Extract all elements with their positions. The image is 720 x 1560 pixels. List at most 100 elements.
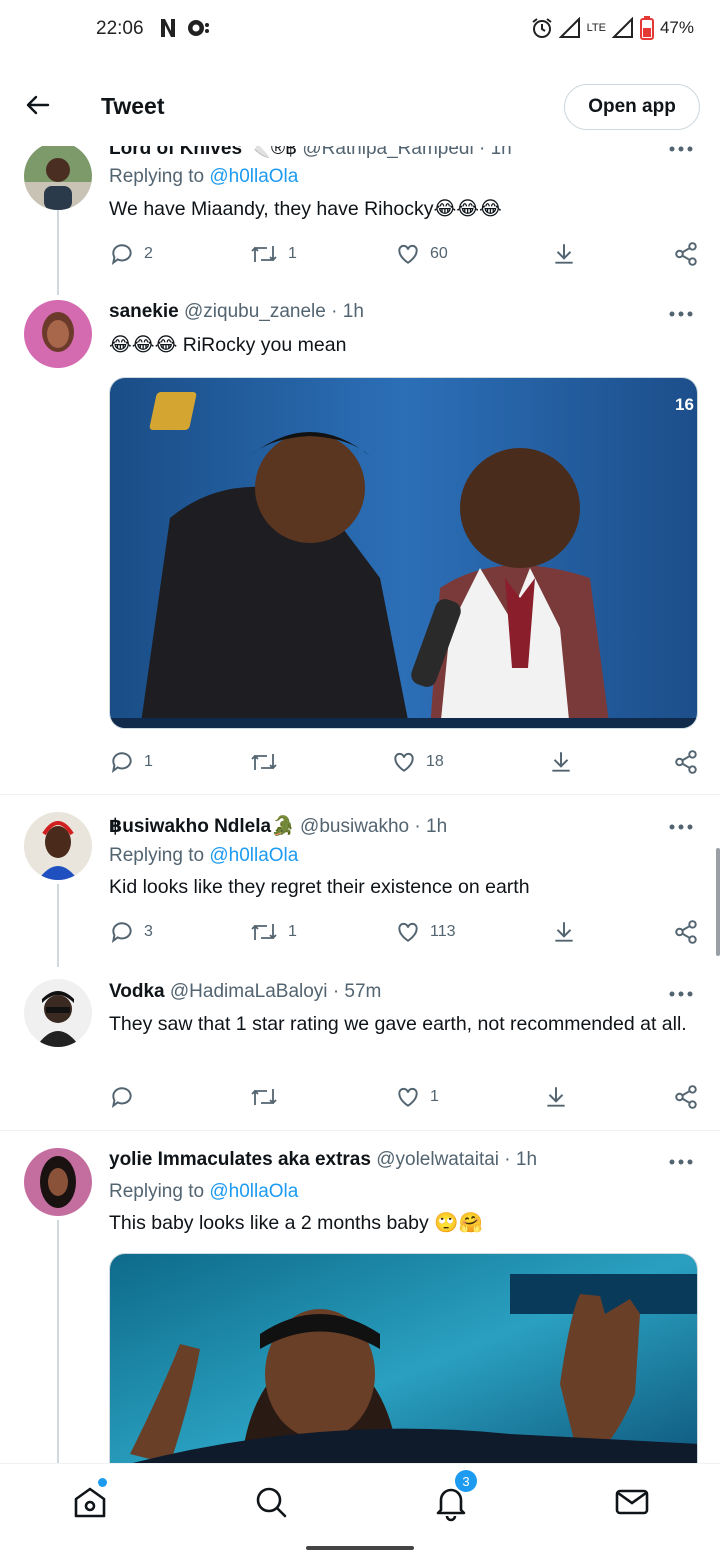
display-name[interactable]: Vodka xyxy=(109,981,165,1002)
download-button[interactable] xyxy=(551,919,577,945)
more-options-icon[interactable] xyxy=(668,309,694,319)
more-options-icon[interactable] xyxy=(668,822,694,832)
tweet-header: ฿usiwakho Ndlela🐊 @busiwakho · 1h xyxy=(109,814,447,838)
name-emoji: 🐊 xyxy=(271,816,295,837)
search-icon xyxy=(256,1487,287,1518)
handle[interactable]: @ziqubu_zanele xyxy=(184,301,326,322)
like-count: 1 xyxy=(430,1088,439,1105)
avatar[interactable] xyxy=(24,812,92,880)
retweet-icon xyxy=(251,246,277,262)
like-count: 113 xyxy=(430,923,456,940)
share-button[interactable] xyxy=(673,749,699,775)
reply-count: 1 xyxy=(144,753,153,770)
download-button[interactable] xyxy=(548,749,574,775)
download-icon xyxy=(555,922,573,942)
avatar[interactable] xyxy=(24,142,92,210)
share-button[interactable] xyxy=(673,241,699,267)
retweet-button[interactable]: 1 xyxy=(249,919,297,945)
nav-messages[interactable] xyxy=(612,1482,652,1522)
tweet-header: sanekie @ziqubu_zanele · 1h xyxy=(109,301,364,323)
tweet-actions: 3 1 113 xyxy=(109,919,699,949)
tweet-item[interactable]: ฿usiwakho Ndlela🐊 @busiwakho · 1h Replyi… xyxy=(0,795,720,967)
tweet-item[interactable]: sanekie @ziqubu_zanele · 1h 😂😂😂 RiRocky … xyxy=(0,293,720,793)
battery-level: 47% xyxy=(659,18,694,37)
mention-link[interactable]: @h0llaOla xyxy=(209,166,298,187)
alarm-icon xyxy=(532,18,552,38)
chat-bubble-icon xyxy=(188,20,209,36)
netflix-icon xyxy=(161,19,175,37)
reply-icon xyxy=(111,244,132,265)
reply-button[interactable]: 3 xyxy=(109,919,153,945)
status-right: LTE 47% xyxy=(531,16,694,40)
avatar[interactable] xyxy=(24,1148,92,1216)
replying-to: Replying to @h0llaOla xyxy=(109,1181,298,1203)
top-bar: Tweet Open app xyxy=(0,60,720,146)
nav-notifications[interactable]: 3 xyxy=(431,1470,477,1522)
timestamp: · 1h xyxy=(331,301,364,322)
like-button[interactable]: 60 xyxy=(395,241,448,267)
display-name[interactable]: sanekie xyxy=(109,301,179,322)
network-type: LTE xyxy=(586,22,606,34)
download-button[interactable] xyxy=(543,1084,569,1110)
reply-button[interactable] xyxy=(109,1084,144,1110)
reply-icon xyxy=(111,922,132,943)
status-time: 22:06 xyxy=(96,18,144,39)
share-icon xyxy=(675,242,697,266)
nav-search[interactable] xyxy=(251,1482,291,1522)
page-title: Tweet xyxy=(101,93,165,119)
tweet-item[interactable]: Lord of Knives 🔪®฿ @Rathipa_Rampedi · 1h… xyxy=(0,128,720,295)
tweet-text: This baby looks like a 2 months baby 🙄🤗 xyxy=(109,1212,483,1234)
handle[interactable]: @HadimaLaBaloyi xyxy=(170,981,328,1002)
status-notification-icons xyxy=(158,17,210,39)
share-button[interactable] xyxy=(673,1084,699,1110)
retweet-button[interactable]: 1 xyxy=(249,241,297,267)
reply-count: 2 xyxy=(144,245,153,262)
timestamp: · 57m xyxy=(332,981,382,1002)
more-options-icon[interactable] xyxy=(668,989,694,999)
display-name[interactable]: ฿usiwakho Ndlela xyxy=(109,816,271,837)
heart-icon xyxy=(398,244,418,264)
share-button[interactable] xyxy=(673,919,699,945)
reply-button[interactable]: 1 xyxy=(109,749,153,775)
media-channel-badge: 16 xyxy=(675,395,694,414)
mention-link[interactable]: @h0llaOla xyxy=(209,845,298,866)
retweet-count: 1 xyxy=(288,245,297,262)
like-count: 60 xyxy=(430,245,448,262)
tweet-text: We have Miaandy, they have Rihocky😂😂😂 xyxy=(109,198,502,220)
handle[interactable]: @yolelwataitai xyxy=(376,1149,499,1170)
home-gesture-bar[interactable] xyxy=(306,1546,414,1550)
home-icon xyxy=(74,1487,106,1518)
like-button[interactable]: 1 xyxy=(395,1084,439,1110)
display-name[interactable]: yolie Immaculates aka extras xyxy=(109,1149,371,1170)
open-app-button[interactable]: Open app xyxy=(564,84,700,130)
tweet-text: Kid looks like they regret their existen… xyxy=(109,876,530,898)
gesture-area xyxy=(0,1537,720,1560)
tweet-image[interactable] xyxy=(109,1253,698,1463)
download-button[interactable] xyxy=(551,241,577,267)
tweet-item[interactable]: Vodka @HadimaLaBaloyi · 57m They saw tha… xyxy=(0,967,720,1129)
like-button[interactable]: 18 xyxy=(391,749,444,775)
replies-feed[interactable]: Lord of Knives 🔪®฿ @Rathipa_Rampedi · 1h… xyxy=(0,128,720,1463)
nav-home[interactable] xyxy=(70,1478,110,1522)
mention-link[interactable]: @h0llaOla xyxy=(209,1181,298,1202)
heart-icon xyxy=(398,1087,418,1107)
tweet-item[interactable]: yolie Immaculates aka extras @yolelwatai… xyxy=(0,1131,720,1463)
avatar[interactable] xyxy=(24,300,92,368)
tweet-image[interactable]: 16 xyxy=(109,377,698,729)
avatar[interactable] xyxy=(24,979,92,1047)
back-arrow-icon[interactable] xyxy=(22,90,52,120)
mail-icon xyxy=(615,1489,649,1515)
more-options-icon[interactable] xyxy=(668,1157,694,1167)
handle[interactable]: @busiwakho xyxy=(300,816,409,837)
scroll-indicator[interactable] xyxy=(716,848,720,956)
tweet-actions: 1 xyxy=(109,1084,699,1114)
reply-count: 3 xyxy=(144,923,153,940)
tweet-actions: 1 18 xyxy=(109,749,699,779)
bottom-navigation: 3 xyxy=(0,1463,720,1537)
reply-button[interactable]: 2 xyxy=(109,241,153,267)
like-button[interactable]: 113 xyxy=(395,919,456,945)
replying-prefix: Replying to xyxy=(109,1181,205,1202)
heart-icon xyxy=(398,922,418,942)
retweet-button[interactable] xyxy=(249,749,288,775)
retweet-button[interactable] xyxy=(249,1084,288,1110)
